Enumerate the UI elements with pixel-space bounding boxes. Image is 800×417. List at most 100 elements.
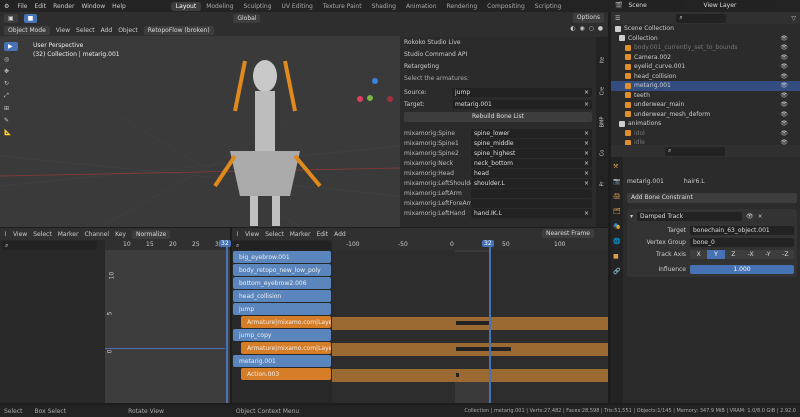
- graph-menu-select[interactable]: Select: [33, 231, 52, 238]
- add-bone-constraint-dropdown[interactable]: Add Bone Constraint: [627, 193, 797, 203]
- constraint-target-field[interactable]: bonechain_63_object.001: [690, 226, 794, 235]
- target-bone-field[interactable]: spine_middle ×: [471, 138, 592, 148]
- vp-menu-add[interactable]: Add: [101, 27, 113, 34]
- nla-strip-track[interactable]: Armature|mixamo.com|Layer0: [241, 316, 331, 328]
- snap-dropdown[interactable]: Nearest Frame: [542, 229, 594, 238]
- outliner-item[interactable]: metarig.001 👁: [611, 81, 800, 91]
- visibility-icon[interactable]: 👁: [780, 101, 788, 108]
- axis--Y[interactable]: -Y: [759, 250, 777, 259]
- vp-menu-view[interactable]: View: [56, 27, 70, 34]
- tab-compositing[interactable]: Compositing: [482, 2, 530, 11]
- nla-object-channel[interactable]: metarig.001: [233, 355, 331, 367]
- nla-object-channel[interactable]: body_retopo_new_low_poly: [233, 264, 331, 276]
- outliner-item[interactable]: Camera.002 👁: [611, 53, 800, 63]
- clear-icon[interactable]: ×: [584, 150, 589, 157]
- clear-icon[interactable]: ×: [584, 160, 589, 167]
- nla-object-channel[interactable]: big_eyebrow.001: [233, 251, 331, 263]
- eye-icon[interactable]: 👁: [746, 213, 754, 220]
- nla-ruler[interactable]: -100 -50 0 50 100: [332, 240, 608, 250]
- playhead[interactable]: [489, 240, 491, 403]
- nla-object-channel[interactable]: jump_copy: [233, 329, 331, 341]
- tab-shading[interactable]: Shading: [367, 2, 401, 11]
- menu-edit[interactable]: Edit: [34, 3, 46, 10]
- editor-type-icon[interactable]: ⌇: [4, 231, 7, 238]
- target-bone-field[interactable]: [471, 198, 592, 208]
- view-layer-field[interactable]: View Layer: [700, 1, 771, 10]
- section-command-api[interactable]: Studio Command API: [404, 51, 592, 63]
- clear-icon[interactable]: ×: [584, 140, 589, 147]
- delete-constraint-icon[interactable]: ×: [758, 213, 763, 220]
- clear-icon[interactable]: ×: [584, 130, 589, 137]
- outliner-item[interactable]: animations 👁: [611, 119, 800, 129]
- visibility-icon[interactable]: 👁: [780, 92, 788, 99]
- outliner-item[interactable]: body.001_currently_set_to_bounds 👁: [611, 43, 800, 53]
- visibility-icon[interactable]: 👁: [780, 82, 788, 89]
- sidebar-tab[interactable]: Ite: [599, 57, 605, 64]
- tab-modeling[interactable]: Modeling: [201, 2, 238, 11]
- channel-search[interactable]: ⌕: [2, 241, 97, 250]
- clear-icon[interactable]: ×: [584, 170, 589, 177]
- visibility-icon[interactable]: 👁: [780, 35, 788, 42]
- target-bone-field[interactable]: spine_lower ×: [471, 128, 592, 138]
- nla-menu-edit[interactable]: Edit: [316, 231, 328, 238]
- graph-menu-key[interactable]: Key: [115, 231, 126, 238]
- action-strip[interactable]: [332, 317, 608, 330]
- menu-file[interactable]: File: [17, 3, 27, 10]
- visibility-icon[interactable]: 👁: [780, 54, 788, 61]
- display-mode-icon[interactable]: ☰: [615, 15, 620, 22]
- filter-icon[interactable]: ▽: [791, 15, 796, 22]
- action-strip[interactable]: [332, 343, 608, 356]
- clear-icon[interactable]: ×: [584, 101, 589, 108]
- outliner-item[interactable]: eyelid_curve.001 👁: [611, 62, 800, 72]
- constraint-name-field[interactable]: Damped Track: [637, 212, 743, 221]
- sidebar-tab[interactable]: Cre: [599, 87, 605, 96]
- nla-strip-track[interactable]: Action.003: [241, 368, 331, 380]
- expand-icon[interactable]: ▾: [630, 213, 633, 220]
- nla-menu-select[interactable]: Select: [265, 231, 284, 238]
- clear-icon[interactable]: ×: [584, 180, 589, 187]
- outliner-item[interactable]: teeth 👁: [611, 91, 800, 101]
- menu-window[interactable]: Window: [81, 3, 105, 10]
- clear-icon[interactable]: ×: [584, 89, 589, 96]
- menu-help[interactable]: Help: [112, 3, 126, 10]
- properties-search[interactable]: ⌕: [665, 146, 725, 156]
- outliner-item[interactable]: underwear_mesh_deform 👁: [611, 110, 800, 120]
- playhead[interactable]: [226, 240, 228, 403]
- outliner-item[interactable]: underwear_main 👁: [611, 100, 800, 110]
- orientation-dropdown[interactable]: Global: [233, 13, 261, 23]
- blender-logo-icon[interactable]: ⚙: [4, 3, 9, 10]
- source-field[interactable]: jump ×: [452, 87, 592, 97]
- outliner-item[interactable]: Collection 👁: [611, 34, 800, 44]
- action-strip[interactable]: [332, 369, 608, 382]
- target-bone-field[interactable]: spine_highest ×: [471, 148, 592, 158]
- nla-object-channel[interactable]: head_collision: [233, 290, 331, 302]
- axis-X[interactable]: X: [690, 250, 708, 259]
- editor-type-icon[interactable]: ⌇: [236, 231, 239, 238]
- outliner-item[interactable]: idol 👁: [611, 129, 800, 139]
- tab-sculpting[interactable]: Sculpting: [239, 2, 277, 11]
- vp-menu-object[interactable]: Object: [118, 27, 138, 34]
- rebuild-bone-list-button[interactable]: Rebuild Bone List: [404, 112, 592, 122]
- tab-texture-paint[interactable]: Texture Paint: [318, 2, 367, 11]
- nla-strip-track[interactable]: Armature|mixamo.com|Layer0: [241, 342, 331, 354]
- tab-scripting[interactable]: Scripting: [530, 2, 567, 11]
- target-bone-field[interactable]: neck_bottom ×: [471, 158, 592, 168]
- tab-uv-editing[interactable]: UV Editing: [277, 2, 318, 11]
- target-bone-field[interactable]: hand.IK.L ×: [471, 208, 592, 218]
- influence-slider[interactable]: 1.000: [690, 265, 794, 274]
- axis-Y[interactable]: Y: [707, 250, 725, 259]
- outliner-item[interactable]: head_collision 👁: [611, 72, 800, 82]
- shading-modes-icon[interactable]: ◐ ◉ ○ ●: [570, 25, 604, 32]
- normalize-toggle[interactable]: Normalize: [131, 229, 171, 239]
- sidebar-tab[interactable]: Pr: [599, 182, 605, 187]
- target-bone-field[interactable]: head ×: [471, 168, 592, 178]
- sidebar-tab[interactable]: BMP: [599, 117, 605, 128]
- visibility-icon[interactable]: 👁: [780, 130, 788, 137]
- retopoflow-menu[interactable]: RetopoFlow (broken): [143, 25, 214, 35]
- visibility-icon[interactable]: 👁: [780, 63, 788, 70]
- visibility-icon[interactable]: 👁: [780, 44, 788, 51]
- graph-ruler[interactable]: 1015202530: [105, 240, 230, 250]
- tab-animation[interactable]: Animation: [401, 2, 442, 11]
- section-retargeting[interactable]: Retargeting: [404, 63, 592, 75]
- visibility-icon[interactable]: 👁: [780, 73, 788, 80]
